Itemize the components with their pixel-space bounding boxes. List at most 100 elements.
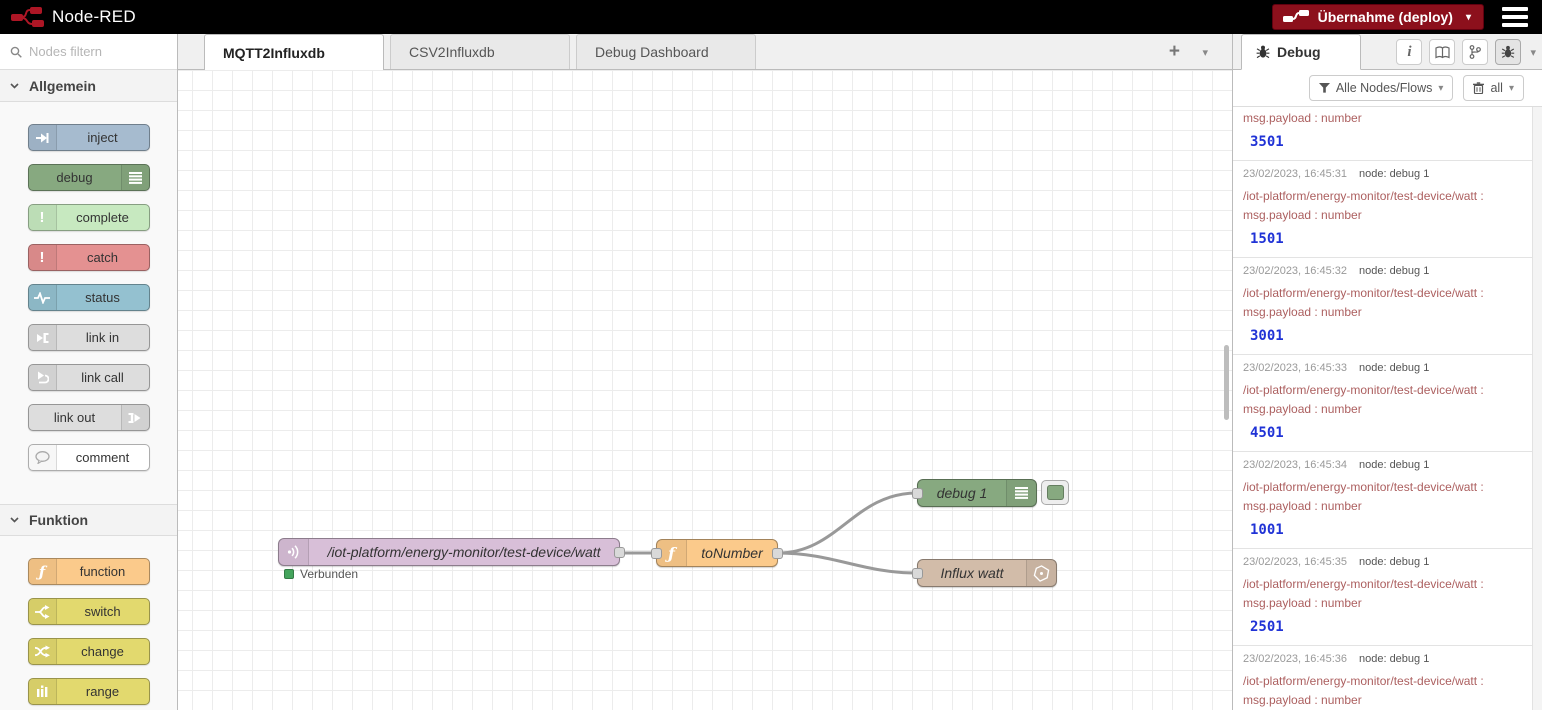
palette-node-comment[interactable]: comment bbox=[28, 444, 150, 471]
bug-icon bbox=[1256, 45, 1270, 59]
clear-filter-label: all bbox=[1490, 81, 1503, 95]
book-icon bbox=[1435, 46, 1450, 59]
wire-function-to-influx[interactable] bbox=[778, 553, 917, 573]
debug-message-meta: 23/02/2023, 16:45:33node: debug 1 bbox=[1243, 361, 1532, 376]
chevron-down-icon bbox=[10, 83, 19, 89]
tab-mqtt2influxdb[interactable]: MQTT2Influxdb bbox=[204, 34, 384, 70]
main-menu-button[interactable] bbox=[1502, 7, 1528, 27]
switch-icon bbox=[29, 599, 57, 624]
debug-enable-toggle[interactable] bbox=[1041, 480, 1069, 505]
debug-sidebar: Debug i ▾ Alle Nodes/Flows ▾ all ▾ msg.pa… bbox=[1232, 34, 1542, 710]
node-label: toNumber bbox=[687, 540, 777, 566]
palette-node-catch[interactable]: !catch bbox=[28, 244, 150, 271]
palette-node-function[interactable]: ƒfunction bbox=[28, 558, 150, 585]
flow-node-debug[interactable]: debug 1 bbox=[917, 479, 1037, 507]
debug-topic: /iot-platform/energy-monitor/test-device… bbox=[1243, 574, 1532, 594]
chevron-down-icon: ▾ bbox=[1509, 83, 1514, 94]
debug-message[interactable]: 23/02/2023, 16:45:36node: debug 1/iot-pl… bbox=[1233, 646, 1532, 710]
palette-node-link-out[interactable]: link out bbox=[28, 404, 150, 431]
flow-node-function[interactable]: ƒ toNumber bbox=[656, 539, 778, 567]
deploy-button[interactable]: Übernahme (deploy) ▾ bbox=[1272, 4, 1484, 30]
chevron-down-icon bbox=[10, 517, 19, 523]
debug-message-list[interactable]: msg.payload : number350123/02/2023, 16:4… bbox=[1233, 107, 1532, 710]
tab-debug-dashboard[interactable]: Debug Dashboard bbox=[576, 34, 756, 69]
tab-csv2influxdb[interactable]: CSV2Influxdb bbox=[390, 34, 570, 69]
palette-section-funktion[interactable]: Funktion bbox=[0, 504, 177, 536]
deploy-caret-icon[interactable]: ▾ bbox=[1462, 12, 1471, 23]
header-bar: Node-RED Übernahme (deploy) ▾ bbox=[0, 0, 1542, 34]
palette-node-link-call[interactable]: link call bbox=[28, 364, 150, 391]
tab-debug[interactable]: Debug bbox=[1241, 34, 1361, 70]
debug-scope-filter-button[interactable]: Alle Nodes/Flows ▾ bbox=[1309, 75, 1454, 101]
canvas-scrollbar-thumb[interactable] bbox=[1224, 345, 1229, 420]
flow-list-caret-icon[interactable]: ▾ bbox=[1202, 46, 1208, 59]
debug-topic: /iot-platform/energy-monitor/test-device… bbox=[1243, 380, 1532, 400]
debug-input-port[interactable] bbox=[912, 488, 923, 499]
sidebar-options-caret-icon[interactable]: ▾ bbox=[1528, 46, 1536, 59]
palette-search-input[interactable] bbox=[29, 44, 159, 59]
mqtt-signal-icon bbox=[279, 539, 309, 565]
debug-scrollbar-track[interactable] bbox=[1532, 107, 1542, 710]
palette-node-inject[interactable]: inject bbox=[28, 124, 150, 151]
tab-label: MQTT2Influxdb bbox=[223, 45, 325, 61]
palette-node-label: link call bbox=[57, 365, 149, 390]
tab-label: Debug Dashboard bbox=[595, 44, 709, 60]
debug-payload-value: 1001 bbox=[1243, 516, 1532, 543]
wire-function-to-debug[interactable] bbox=[778, 493, 917, 553]
palette-node-label: debug bbox=[29, 165, 121, 190]
tab-label: CSV2Influxdb bbox=[409, 44, 495, 60]
palette-node-status[interactable]: status bbox=[28, 284, 150, 311]
palette-node-change[interactable]: change bbox=[28, 638, 150, 665]
chevron-down-icon: ▾ bbox=[1438, 83, 1443, 94]
palette-node-link-in[interactable]: link in bbox=[28, 324, 150, 351]
info-tool-button[interactable]: i bbox=[1396, 39, 1422, 65]
canvas-vertical-scrollbar[interactable] bbox=[1224, 70, 1229, 710]
palette-node-range[interactable]: range bbox=[28, 678, 150, 705]
debug-message[interactable]: 23/02/2023, 16:45:31node: debug 1/iot-pl… bbox=[1233, 161, 1532, 258]
node-palette: Allgemein inject debug !complete !catch statu… bbox=[0, 34, 178, 710]
debug-node-ref: node: debug 1 bbox=[1359, 265, 1429, 277]
palette-node-switch[interactable]: switch bbox=[28, 598, 150, 625]
debug-message[interactable]: 23/02/2023, 16:45:34node: debug 1/iot-pl… bbox=[1233, 452, 1532, 549]
influx-input-port[interactable] bbox=[912, 568, 923, 579]
debug-message-meta: 23/02/2023, 16:45:35node: debug 1 bbox=[1243, 555, 1532, 570]
flow-canvas[interactable]: /iot-platform/energy-monitor/test-device… bbox=[178, 70, 1232, 710]
node-red-logo-icon bbox=[10, 6, 44, 28]
debug-message[interactable]: 23/02/2023, 16:45:35node: debug 1/iot-pl… bbox=[1233, 549, 1532, 646]
palette-node-label: link out bbox=[29, 405, 121, 430]
debug-clear-button[interactable]: all ▾ bbox=[1463, 75, 1524, 101]
debug-topic: /iot-platform/energy-monitor/test-device… bbox=[1243, 477, 1532, 497]
function-output-port[interactable] bbox=[772, 548, 783, 559]
book-tool-button[interactable] bbox=[1429, 39, 1455, 65]
git-branch-icon bbox=[1469, 45, 1481, 59]
debug-message[interactable]: 23/02/2023, 16:45:32node: debug 1/iot-pl… bbox=[1233, 258, 1532, 355]
palette-node-label: catch bbox=[57, 245, 149, 270]
palette-sections: Allgemein inject debug !complete !catch statu… bbox=[0, 70, 177, 710]
function-icon: ƒ bbox=[29, 559, 57, 584]
bug-tool-button[interactable] bbox=[1495, 39, 1521, 65]
link-call-icon bbox=[29, 365, 57, 390]
add-flow-button[interactable]: + bbox=[1169, 42, 1180, 62]
search-icon bbox=[10, 46, 22, 58]
flow-node-influxdb-out[interactable]: Influx watt bbox=[917, 559, 1057, 587]
debug-message[interactable]: msg.payload : number3501 bbox=[1233, 107, 1532, 161]
debug-toggle-state bbox=[1047, 485, 1064, 500]
palette-section-allgemein[interactable]: Allgemein bbox=[0, 70, 177, 102]
palette-node-debug[interactable]: debug bbox=[28, 164, 150, 191]
git-branch-tool-button[interactable] bbox=[1462, 39, 1488, 65]
debug-message-meta: 23/02/2023, 16:45:36node: debug 1 bbox=[1243, 652, 1532, 667]
debug-payload-value: 4501 bbox=[1243, 419, 1532, 446]
debug-message[interactable]: 23/02/2023, 16:45:33node: debug 1/iot-pl… bbox=[1233, 355, 1532, 452]
debug-payload-label: msg.payload : number bbox=[1243, 497, 1532, 516]
palette-node-label: inject bbox=[57, 125, 149, 150]
palette-search[interactable] bbox=[0, 34, 177, 70]
palette-node-complete[interactable]: !complete bbox=[28, 204, 150, 231]
debug-topic: /iot-platform/energy-monitor/test-device… bbox=[1243, 671, 1532, 691]
flow-node-mqtt-in[interactable]: /iot-platform/energy-monitor/test-device… bbox=[278, 538, 620, 566]
debug-list-icon bbox=[1006, 480, 1036, 506]
palette-node-label: range bbox=[57, 679, 149, 704]
mqtt-output-port[interactable] bbox=[614, 547, 625, 558]
funnel-icon bbox=[1319, 83, 1330, 93]
function-input-port[interactable] bbox=[651, 548, 662, 559]
range-icon bbox=[29, 679, 57, 704]
